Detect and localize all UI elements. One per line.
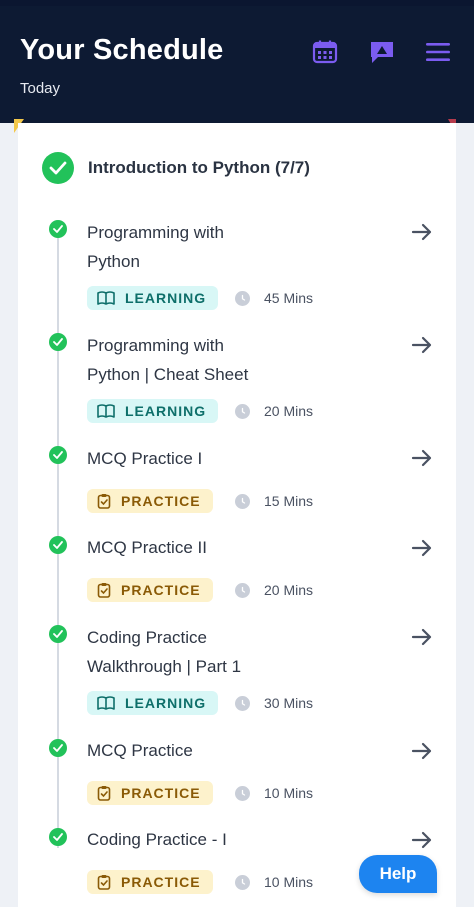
calendar-icon[interactable] xyxy=(311,38,339,66)
arrow-right-icon[interactable] xyxy=(410,828,434,852)
tag-label: LEARNING xyxy=(125,403,207,419)
page-title: Your Schedule xyxy=(20,34,224,66)
completed-check-icon xyxy=(49,828,67,846)
learning-tag: LEARNING xyxy=(87,691,219,715)
clipboard-check-icon xyxy=(97,493,121,509)
tag-label: PRACTICE xyxy=(121,874,201,890)
practice-tag: PRACTICE xyxy=(87,781,213,805)
completed-check-icon xyxy=(49,536,67,554)
arrow-right-icon[interactable] xyxy=(410,739,434,763)
item-title: MCQ Practice I xyxy=(87,444,307,473)
item-title-line: Walkthrough | Part 1 xyxy=(87,657,242,676)
clock-icon xyxy=(235,786,250,801)
item-title-line: MCQ Practice I xyxy=(87,449,203,468)
status-bar xyxy=(0,0,474,6)
item-duration: 45 Mins xyxy=(264,290,314,306)
clock-icon xyxy=(235,583,250,598)
tag-label: PRACTICE xyxy=(121,582,201,598)
item-title-line: MCQ Practice II xyxy=(87,538,207,557)
completed-check-icon xyxy=(49,739,67,757)
completed-check-icon xyxy=(49,220,67,238)
arrow-right-icon[interactable] xyxy=(410,333,434,357)
item-duration: 20 Mins xyxy=(264,403,314,419)
item-title-line: Coding Practice - I xyxy=(87,830,227,849)
clock-icon xyxy=(235,875,250,890)
help-button[interactable]: Help xyxy=(359,855,437,893)
item-duration: 30 Mins xyxy=(264,695,314,711)
completed-check-icon xyxy=(42,152,74,184)
tag-label: LEARNING xyxy=(125,290,207,306)
item-title: Coding Practice Walkthrough | Part 1 xyxy=(87,623,307,681)
item-title: MCQ Practice xyxy=(87,736,307,765)
arrow-right-icon[interactable] xyxy=(410,536,434,560)
item-title-line: Python xyxy=(87,252,140,271)
clipboard-check-icon xyxy=(97,785,121,801)
tag-label: LEARNING xyxy=(125,695,207,711)
learning-tag: LEARNING xyxy=(87,286,219,310)
item-title-line: Programming with xyxy=(87,223,224,242)
practice-tag: PRACTICE xyxy=(87,489,213,513)
book-icon xyxy=(97,404,125,418)
book-icon xyxy=(97,696,125,710)
clock-icon xyxy=(235,696,250,711)
tag-label: PRACTICE xyxy=(121,493,201,509)
module-header[interactable]: Introduction to Python (7/7) xyxy=(42,152,310,184)
item-duration: 15 Mins xyxy=(264,493,314,509)
clock-icon xyxy=(235,494,250,509)
arrow-right-icon[interactable] xyxy=(410,625,434,649)
app-header: Your Schedule Today xyxy=(0,0,474,123)
item-duration: 10 Mins xyxy=(264,874,314,890)
book-icon xyxy=(97,291,125,305)
arrow-right-icon[interactable] xyxy=(410,220,434,244)
clipboard-check-icon xyxy=(97,582,121,598)
item-title-line: Python | Cheat Sheet xyxy=(87,365,249,384)
item-duration: 20 Mins xyxy=(264,582,314,598)
learning-tag: LEARNING xyxy=(87,399,219,423)
practice-tag: PRACTICE xyxy=(87,578,213,602)
completed-check-icon xyxy=(49,446,67,464)
arrow-right-icon[interactable] xyxy=(410,446,434,470)
completed-check-icon xyxy=(49,625,67,643)
clipboard-check-icon xyxy=(97,874,121,890)
module-title: Introduction to Python (7/7) xyxy=(88,158,310,177)
clock-icon xyxy=(235,404,250,419)
page-subtitle: Today xyxy=(20,80,61,97)
completed-check-icon xyxy=(49,333,67,351)
item-title: Coding Practice - I xyxy=(87,825,307,854)
item-title-line: Programming with xyxy=(87,336,224,355)
menu-icon[interactable] xyxy=(424,38,452,66)
clock-icon xyxy=(235,291,250,306)
item-duration: 10 Mins xyxy=(264,785,314,801)
item-title: Programming with Python | Cheat Sheet xyxy=(87,331,307,389)
item-title: Programming with Python xyxy=(87,218,307,276)
practice-tag: PRACTICE xyxy=(87,870,213,894)
item-title-line: MCQ Practice xyxy=(87,741,193,760)
tag-label: PRACTICE xyxy=(121,785,201,801)
item-title-line: Coding Practice xyxy=(87,628,208,647)
item-title: MCQ Practice II xyxy=(87,533,307,562)
feedback-icon[interactable] xyxy=(368,38,396,66)
